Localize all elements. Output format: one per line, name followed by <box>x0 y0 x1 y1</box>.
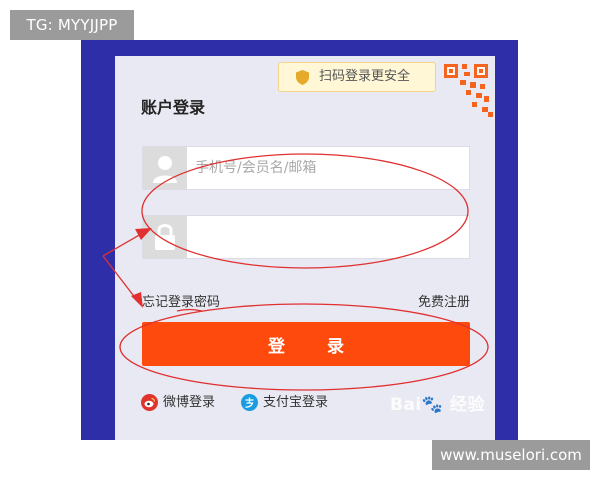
overlay-tag: TG: MYYJJPP <box>10 10 134 40</box>
register-link[interactable]: 免费注册 <box>418 291 470 310</box>
qr-code-icon[interactable] <box>438 60 495 120</box>
login-button[interactable]: 登 录 <box>142 322 470 366</box>
login-title: 账户登录 <box>141 98 206 117</box>
username-field[interactable] <box>142 146 470 190</box>
password-input[interactable] <box>195 216 463 258</box>
alipay-login-label: 支付宝登录 <box>263 395 329 410</box>
alipay-login-link[interactable]: 支付宝登录 <box>241 394 341 412</box>
alipay-icon <box>241 394 258 411</box>
user-icon <box>143 147 187 189</box>
qr-tip-text: 扫码登录更安全 <box>319 69 411 84</box>
qr-login-tip[interactable]: 扫码登录更安全 <box>278 62 436 92</box>
watermark-url: www.muselori.com <box>432 440 590 470</box>
weibo-icon <box>141 394 158 411</box>
baidu-watermark: Bai🐾 经验 <box>390 395 485 415</box>
forgot-password-link[interactable]: 忘记登录密码 <box>142 291 220 310</box>
username-input[interactable] <box>195 147 463 189</box>
shield-icon <box>296 70 309 85</box>
lock-icon <box>143 216 187 258</box>
weibo-login-label: 微博登录 <box>163 395 216 410</box>
weibo-login-link[interactable]: 微博登录 <box>141 394 221 412</box>
password-field[interactable] <box>142 215 470 259</box>
